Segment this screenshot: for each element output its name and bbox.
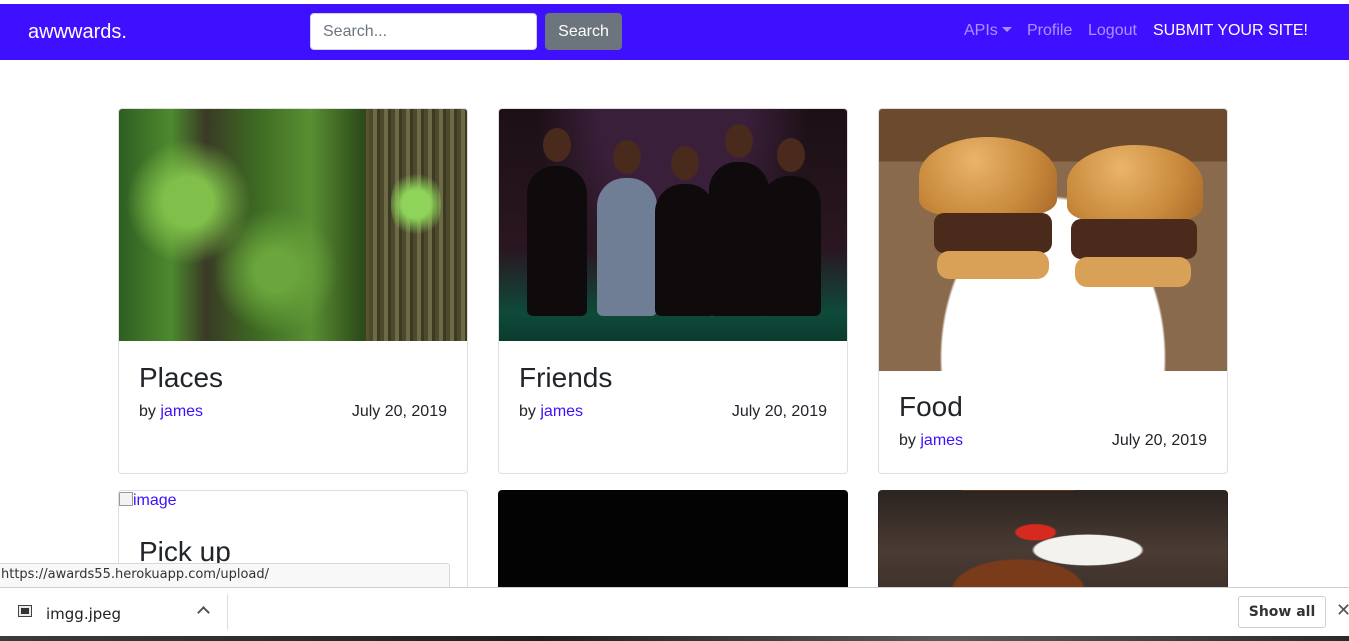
burger-bun-image-part [937,251,1049,279]
byline-prefix: by [139,403,156,420]
broken-image[interactable]: image [119,492,177,510]
project-card: Friends by james July 20, 2019 [498,108,848,474]
nav-logout-link[interactable]: Logout [1088,22,1137,40]
person-head [725,124,753,158]
card-image[interactable] [119,109,467,341]
burger-bun-image-part [919,137,1057,215]
card-date: July 20, 2019 [351,403,447,420]
card-date: July 20, 2019 [1111,432,1207,449]
nav-apis-dropdown[interactable]: APIs [964,22,1012,40]
search-button[interactable]: Search [545,13,622,50]
author-link[interactable]: james [920,432,963,449]
project-card: Places by james July 20, 2019 [118,108,468,474]
person-figure [527,128,587,316]
download-bar: imgg.jpeg Show all ✕ [0,587,1349,637]
card-title: Food [899,391,963,422]
broken-image-icon [119,492,133,506]
chevron-up-icon[interactable] [197,606,210,619]
download-file-name[interactable]: imgg.jpeg [46,605,121,623]
person-figure [655,146,715,316]
search-input[interactable] [310,13,537,50]
card-meta: by james July 20, 2019 [899,432,1207,450]
card-byline: by james [899,432,963,450]
burger-patty-image-part [934,213,1052,253]
card-title: Places [139,362,224,393]
person-head [777,138,805,172]
nav-profile-link[interactable]: Profile [1027,22,1072,40]
project-card: Food by james July 20, 2019 [878,108,1228,474]
file-icon [18,605,32,617]
close-icon[interactable]: ✕ [1336,600,1349,621]
person-head [613,140,641,174]
person-figure [709,124,769,316]
byline-prefix: by [519,403,536,420]
author-link[interactable]: james [540,403,583,420]
nav-apis-label: APIs [964,22,998,39]
burger-bun-image-part [1067,145,1203,221]
byline-prefix: by [899,432,916,449]
brand-logo[interactable]: awwwards. [28,21,127,44]
card-date: July 20, 2019 [731,403,827,420]
card-image[interactable] [499,109,847,341]
card-meta: by james July 20, 2019 [519,403,827,421]
show-all-button[interactable]: Show all [1238,596,1326,628]
navbar: awwwards. Search APIs Profile Logout SUB… [0,4,1349,60]
divider [227,594,228,630]
card-byline: by james [139,403,203,421]
caret-down-icon [1001,27,1012,32]
fern-image-part [391,164,441,244]
desktop-background-strip [0,636,1349,641]
person-head [671,146,699,180]
card-image[interactable] [879,109,1227,371]
author-link[interactable]: james [160,403,203,420]
nav-submit-site-link[interactable]: SUBMIT YOUR SITE! [1153,22,1308,40]
person-figure [761,138,821,316]
person-head [543,128,571,162]
burger-patty-image-part [1071,219,1197,259]
card-byline: by james [519,403,583,421]
card-title: Friends [519,362,613,393]
person-figure [597,140,657,316]
burger-bun-image-part [1075,257,1191,287]
card-meta: by james July 20, 2019 [139,403,447,421]
image-alt-text: image [133,492,177,509]
status-url-tooltip: https://awards55.herokuapp.com/upload/ [0,563,450,587]
